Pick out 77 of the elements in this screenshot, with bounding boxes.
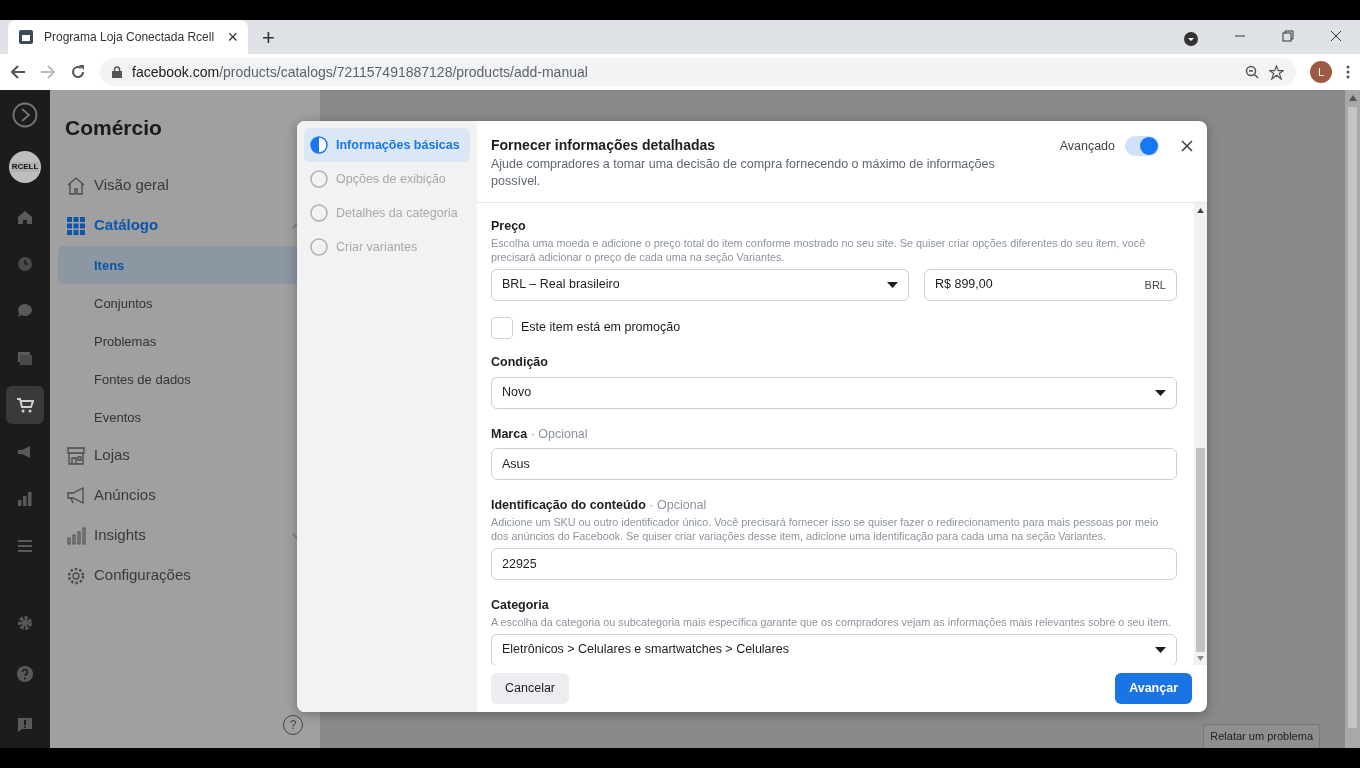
field-label: Condição xyxy=(491,354,548,369)
price-field[interactable]: R$ 899,00 BRL xyxy=(924,268,1177,301)
cancel-button[interactable]: Cancelar xyxy=(491,673,570,704)
step-item[interactable]: Informações básicas xyxy=(304,128,470,162)
restore-icon[interactable] xyxy=(1282,30,1294,42)
bar-chart-icon xyxy=(66,525,86,546)
circle-icon xyxy=(310,170,328,188)
caret-icon xyxy=(1155,389,1166,396)
caret-icon xyxy=(1155,646,1166,653)
reload-icon[interactable] xyxy=(70,64,86,80)
field-label: Preço xyxy=(491,219,526,233)
caret-icon xyxy=(887,281,898,288)
field-label: Marca xyxy=(491,426,528,441)
forward-icon[interactable] xyxy=(40,64,56,80)
page-icon xyxy=(18,29,34,45)
half-circle-icon xyxy=(310,136,328,154)
home-icon xyxy=(66,175,86,196)
close-icon[interactable] xyxy=(1330,30,1342,42)
circle-icon xyxy=(310,238,328,256)
store-icon xyxy=(66,445,86,466)
input-field[interactable]: Asus xyxy=(491,448,1177,481)
menu-icon[interactable] xyxy=(1346,65,1350,79)
gear-icon xyxy=(66,565,86,586)
logo-text: RCELL xyxy=(10,162,40,172)
logo-icon xyxy=(12,102,38,128)
field-help: Adicione um SKU ou outro identificador único. Você precisará fornecer isso se quiser fazer o redirecionamento para mais pessoas por meio dos anúncios do Facebook. Se quiser criar variações desse item, adicione uma identificação para cada uma na seção Variantes. xyxy=(491,515,1160,543)
scroll-up-icon[interactable] xyxy=(1197,208,1204,213)
currency-suffix: BRL xyxy=(1144,277,1166,293)
tab-search-icon[interactable] xyxy=(1184,32,1198,46)
sidebar-item[interactable]: Lojas xyxy=(58,435,312,476)
report-problem-button[interactable]: Relatar um problema xyxy=(1203,724,1320,748)
tab-title: Programa Loja Conectada Rcell xyxy=(44,29,216,46)
profile-avatar[interactable]: L xyxy=(1310,61,1332,83)
checkbox[interactable] xyxy=(491,316,513,339)
advanced-toggle[interactable] xyxy=(1125,136,1159,156)
optional-label: · Opcional xyxy=(530,426,588,441)
close-icon[interactable] xyxy=(1181,140,1193,152)
sidebar-subitem[interactable]: Conjuntos xyxy=(58,283,312,322)
field-help: Escolha uma moeda e adicione o preço total do item conforme mostrado no seu site. Se quiser criar opções diferentes do seu item, você precisará adicionar o preço de cada uma na seção Variantes. xyxy=(491,235,1147,264)
sidebar-subitem[interactable]: Problemas xyxy=(58,321,312,360)
sidebar-item[interactable]: Insights xyxy=(58,515,312,556)
dialog-title: Fornecer informações detalhadas xyxy=(491,136,717,155)
url-domain: facebook.com xyxy=(132,63,220,80)
browser-tab[interactable]: Programa Loja Conectada Rcell × xyxy=(8,20,248,54)
input-field[interactable]: 22925 xyxy=(491,548,1177,580)
megaphone-icon xyxy=(66,485,86,506)
lock-icon xyxy=(112,66,122,78)
checkbox-label: Este item está em promoção xyxy=(521,319,681,337)
dialog-subtitle: Ajude compradores a tomar uma decisão de compra fornecendo o máximo de informações possível. xyxy=(491,156,996,190)
field-help: A escolha da categoria ou subcategoria mais específica garante que os compradores vejam as informações mais relevantes sobre o seu item. xyxy=(491,614,1172,629)
optional-label: · Opcional xyxy=(649,498,707,513)
field-label: Identificação do conteúdo xyxy=(491,498,646,513)
select-field[interactable]: Novo xyxy=(491,376,1177,409)
sidebar-subitem[interactable]: Eventos xyxy=(58,397,312,436)
address-bar[interactable]: facebook.com/products/catalogs/721157491887128/products/add-manual xyxy=(100,58,1296,86)
toggle-label: Avançado xyxy=(1059,138,1115,155)
select-field[interactable]: BRL – Real brasileiro xyxy=(491,268,909,301)
star-icon[interactable] xyxy=(1269,64,1284,80)
cart-icon[interactable] xyxy=(6,386,44,424)
field-label: Categoria xyxy=(491,598,549,612)
sidebar-item[interactable]: Anúncios xyxy=(58,475,312,516)
back-icon[interactable] xyxy=(10,64,26,80)
close-tab-button[interactable]: × xyxy=(227,28,238,46)
url-path: /products/catalogs/721157491887128/products/add-manual xyxy=(219,63,588,80)
scroll-down-icon[interactable] xyxy=(1197,656,1204,661)
new-tab-button[interactable]: + xyxy=(262,27,275,49)
sidebar-subitem[interactable]: Fontes de dados xyxy=(58,359,312,398)
select-field[interactable]: Eletrônicos > Celulares e smartwatches > Celulares xyxy=(491,633,1177,665)
grid-icon xyxy=(66,215,86,236)
scrollbar-thumb[interactable] xyxy=(1196,448,1205,652)
sidebar-title: Comércio xyxy=(65,115,163,141)
next-button[interactable]: Avançar xyxy=(1115,673,1192,704)
circle-icon xyxy=(310,204,328,222)
zoom-icon[interactable] xyxy=(1245,65,1259,79)
scrollbar-thumb[interactable] xyxy=(1348,107,1357,728)
sidebar-item[interactable]: Configurações xyxy=(58,555,312,596)
account-avatar[interactable]: RCELL xyxy=(9,151,41,183)
